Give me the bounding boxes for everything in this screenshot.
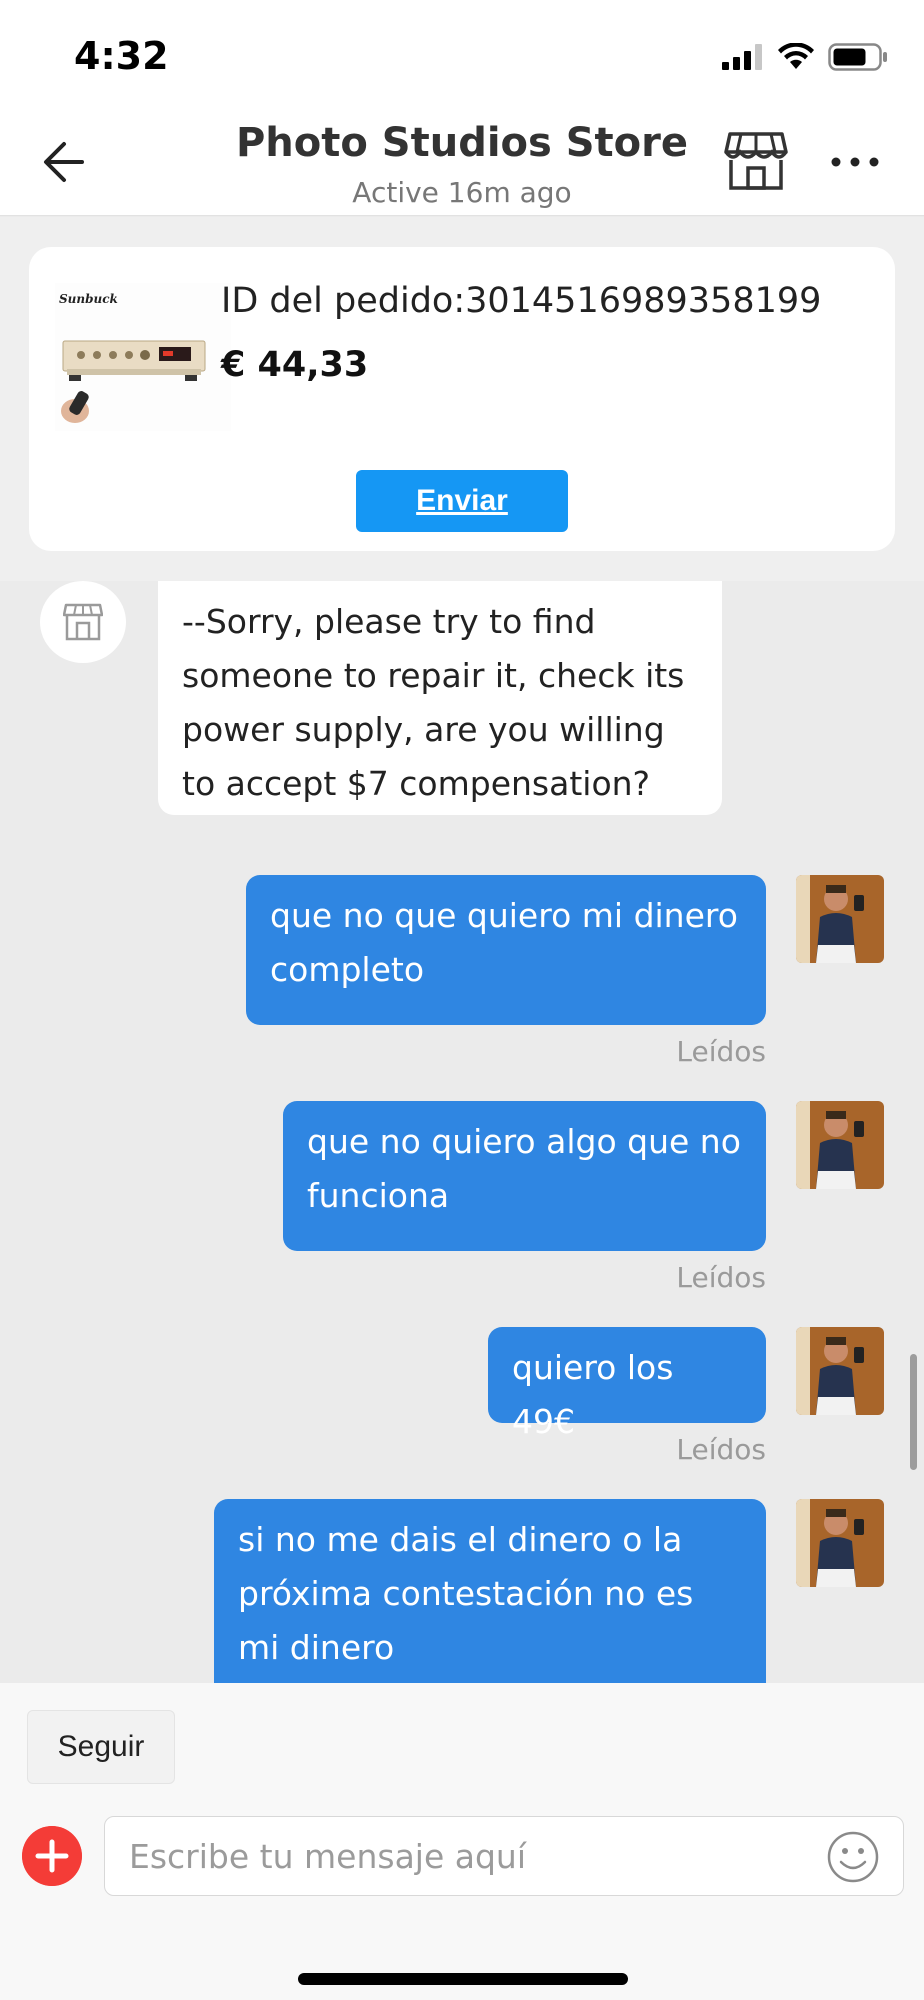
chat-scrollbar[interactable] — [910, 1354, 917, 1470]
avatar[interactable] — [796, 1101, 884, 1189]
chat-header: Photo Studios Store Active 16m ago — [0, 108, 924, 216]
emoji-smile-icon[interactable] — [826, 1830, 880, 1884]
message-incoming[interactable]: --Sorry, please try to find someone to r… — [158, 581, 722, 815]
order-area: Sunbuck ID del pedido:3014516989358199 €… — [0, 217, 924, 581]
message-outgoing[interactable]: si no me dais el dinero o la próxima con… — [214, 1499, 766, 1683]
status-bar: 4:32 — [0, 0, 924, 108]
storefront-icon — [63, 603, 103, 641]
read-receipt: Leídos — [676, 1035, 766, 1068]
avatar[interactable] — [796, 875, 884, 963]
signal-icon — [722, 44, 762, 70]
status-icons — [722, 42, 888, 72]
order-price: € 44,33 — [221, 345, 369, 385]
message-input[interactable] — [104, 1816, 904, 1896]
user-photo — [796, 1101, 884, 1189]
wifi-icon — [778, 43, 814, 69]
store-avatar — [40, 581, 126, 663]
follow-button[interactable]: Seguir — [27, 1710, 175, 1784]
composer-area: Seguir — [0, 1683, 924, 2000]
user-photo — [796, 1499, 884, 1587]
avatar[interactable] — [796, 1499, 884, 1587]
more-dots-icon[interactable] — [830, 152, 880, 172]
chat-messages[interactable]: --Sorry, please try to find someone to r… — [0, 581, 924, 1683]
order-id: ID del pedido:3014516989358199 — [221, 281, 822, 321]
message-outgoing[interactable]: quiero los 49€ — [488, 1327, 766, 1441]
read-receipt: Leídos — [676, 1433, 766, 1466]
storefront-icon[interactable] — [724, 130, 788, 192]
user-photo — [796, 1327, 884, 1415]
message-outgoing[interactable]: que no quiero algo que no funciona — [283, 1101, 766, 1251]
product-brand: Sunbuck — [59, 292, 118, 306]
message-outgoing[interactable]: que no que quiero mi dinero completo — [246, 875, 766, 1025]
read-receipt: Leídos — [676, 1261, 766, 1294]
battery-icon — [828, 43, 887, 71]
home-indicator[interactable] — [298, 1973, 628, 1985]
send-order-button[interactable]: Enviar — [356, 470, 568, 532]
avatar[interactable] — [796, 1327, 884, 1415]
plus-icon[interactable] — [22, 1826, 82, 1886]
user-photo — [796, 875, 884, 963]
order-card[interactable]: Sunbuck ID del pedido:3014516989358199 €… — [29, 247, 895, 551]
product-image: Sunbuck — [55, 283, 231, 431]
status-time: 4:32 — [74, 34, 169, 78]
